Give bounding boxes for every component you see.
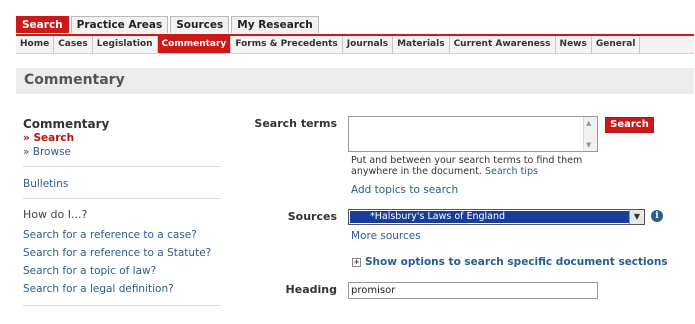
sources-selected-value: *Halsbury's Laws of England [350, 211, 629, 223]
heading-label: Heading [285, 283, 337, 296]
more-sources-link[interactable]: More sources [351, 230, 421, 242]
search-terms-input[interactable]: ▲ ▼ [348, 116, 598, 152]
expand-plus-icon[interactable]: + [352, 258, 361, 267]
sources-label: Sources [287, 210, 337, 223]
search-help-text: Put and between your search terms to fin… [351, 155, 621, 177]
search-tips-link[interactable]: Search tips [485, 166, 538, 177]
page-title: Commentary [24, 72, 125, 88]
show-options-label: Show options to search specific document… [365, 256, 668, 268]
tab-practice-areas[interactable]: Practice Areas [70, 16, 169, 33]
subnav-forms-precedents[interactable]: Forms & Precedents [231, 36, 343, 53]
sub-nav: Home Cases Legislation Commentary Forms … [16, 36, 694, 54]
help-text-line1: Put and between your search terms to fin… [351, 155, 583, 166]
info-icon[interactable]: i [651, 210, 663, 222]
top-tabs: Search Practice Areas Sources My Researc… [16, 16, 321, 34]
subnav-legislation[interactable]: Legislation [93, 36, 158, 53]
search-terms-scrollbar[interactable]: ▲ ▼ [583, 117, 597, 151]
subnav-news[interactable]: News [556, 36, 592, 53]
sources-select[interactable]: *Halsbury's Laws of England ▼ [348, 209, 645, 225]
subnav-general[interactable]: General [592, 36, 641, 53]
help-link-case[interactable]: Search for a reference to a case? [23, 229, 223, 241]
tab-search[interactable]: Search [16, 16, 69, 33]
subnav-materials[interactable]: Materials [393, 36, 450, 53]
sidebar-bulletins-link[interactable]: Bulletins [23, 178, 223, 190]
help-link-definition[interactable]: Search for a legal definition? [23, 283, 223, 295]
sidebar-divider [23, 166, 221, 167]
sidebar-divider [23, 198, 221, 199]
sidebar-divider [23, 305, 221, 306]
help-text-line2: anywhere in the document. [351, 166, 482, 177]
sidebar-browse-link[interactable]: » Browse [23, 146, 223, 158]
subnav-home[interactable]: Home [16, 36, 55, 53]
help-link-topic[interactable]: Search for a topic of law? [23, 265, 223, 277]
subnav-cases[interactable]: Cases [54, 36, 93, 53]
scroll-down-icon[interactable]: ▼ [586, 141, 591, 149]
tab-sources[interactable]: Sources [170, 16, 230, 33]
scroll-up-icon[interactable]: ▲ [586, 119, 591, 127]
how-do-i-heading: How do I...? [23, 208, 88, 221]
help-link-statute[interactable]: Search for a reference to a Statute? [23, 247, 223, 259]
sidebar: Commentary » Search » Browse Bulletins H… [23, 117, 223, 306]
sidebar-title: Commentary [23, 117, 110, 131]
add-topics-link[interactable]: Add topics to search [351, 184, 458, 196]
subnav-commentary[interactable]: Commentary [157, 36, 232, 53]
sidebar-search-link[interactable]: » Search [23, 132, 223, 144]
heading-input[interactable]: promisor [348, 282, 598, 299]
subnav-current-awareness[interactable]: Current Awareness [450, 36, 556, 53]
chevron-down-icon[interactable]: ▼ [629, 210, 644, 224]
search-button[interactable]: Search [605, 117, 654, 133]
search-terms-label: Search terms [254, 117, 337, 130]
subnav-journals[interactable]: Journals [343, 36, 394, 53]
show-options-toggle[interactable]: + Show options to search specific documen… [352, 256, 668, 268]
tab-my-research[interactable]: My Research [231, 16, 319, 33]
